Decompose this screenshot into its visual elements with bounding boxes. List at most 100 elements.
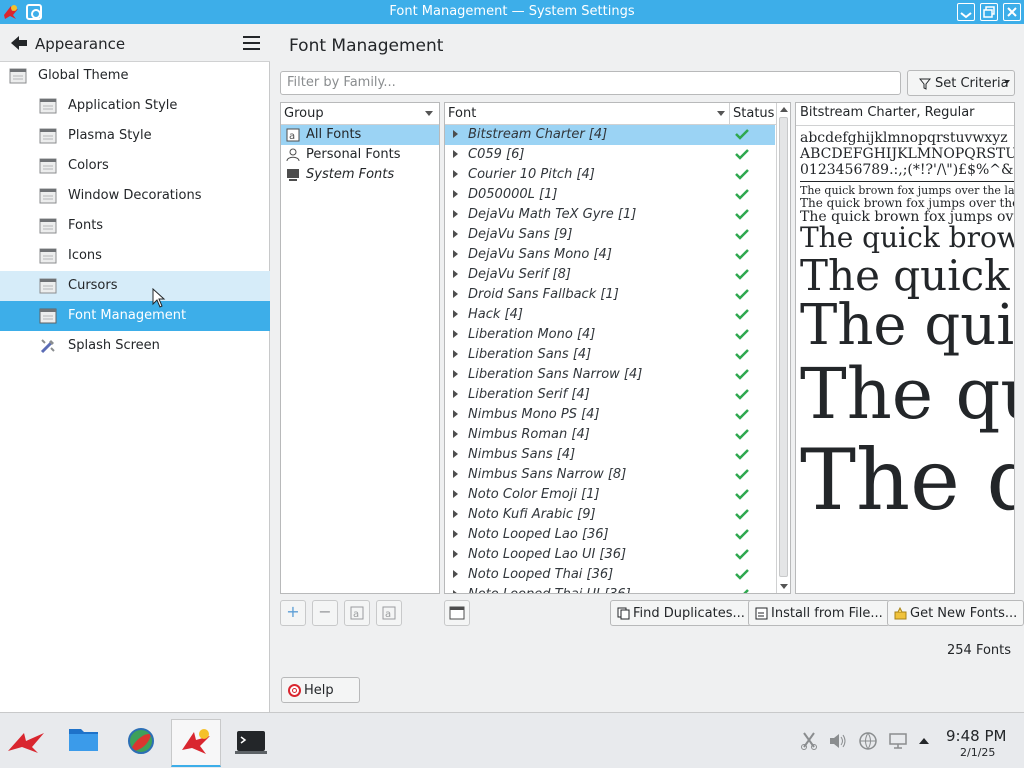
expand-arrow-icon[interactable] (453, 550, 458, 558)
set-criteria-button[interactable]: Set Criteria (907, 70, 1015, 96)
font-row[interactable]: Nimbus Sans [4] (445, 445, 775, 465)
application-launcher[interactable] (4, 719, 54, 767)
group-item-system-fonts[interactable]: System Fonts (281, 165, 439, 185)
expand-arrow-icon[interactable] (453, 370, 458, 378)
sidebar-item-colors[interactable]: Colors (0, 151, 270, 181)
enabled-checkmark-icon[interactable] (735, 287, 749, 301)
font-column-header[interactable]: Font Status (445, 103, 776, 125)
filter-by-family-input[interactable]: Filter by Family... (280, 71, 901, 95)
enabled-checkmark-icon[interactable] (735, 567, 749, 581)
font-row[interactable]: C059 [6] (445, 145, 775, 165)
volume-icon[interactable] (828, 731, 848, 751)
enabled-checkmark-icon[interactable] (735, 447, 749, 461)
font-row[interactable]: Liberation Serif [4] (445, 385, 775, 405)
enabled-checkmark-icon[interactable] (735, 587, 749, 594)
sidebar-back-label[interactable]: Appearance (35, 35, 125, 53)
add-group-button[interactable]: + (280, 600, 306, 626)
enable-group-button[interactable]: a (344, 600, 370, 626)
expand-arrow-icon[interactable] (453, 350, 458, 358)
expand-arrow-icon[interactable] (453, 150, 458, 158)
sidebar-item-fonts[interactable]: Fonts (0, 211, 270, 241)
enabled-checkmark-icon[interactable] (735, 367, 749, 381)
font-row[interactable]: Bitstream Charter [4] (445, 125, 775, 145)
find-duplicates-button[interactable]: Find Duplicates... (610, 600, 752, 626)
group-column-header[interactable]: Group (281, 103, 439, 125)
font-row[interactable]: Nimbus Mono PS [4] (445, 405, 775, 425)
back-arrow-icon[interactable] (10, 35, 28, 51)
font-list-scrollbar[interactable] (776, 103, 790, 593)
expand-arrow-icon[interactable] (453, 330, 458, 338)
font-row[interactable]: Hack [4] (445, 305, 775, 325)
sidebar-item-plasma-style[interactable]: Plasma Style (0, 121, 270, 151)
remove-group-button[interactable]: − (312, 600, 338, 626)
sidebar-item-icons[interactable]: Icons (0, 241, 270, 271)
enabled-checkmark-icon[interactable] (735, 227, 749, 241)
font-row[interactable]: Noto Looped Lao UI [36] (445, 545, 775, 565)
help-button[interactable]: Help (281, 677, 360, 703)
enabled-checkmark-icon[interactable] (735, 467, 749, 481)
expand-arrow-icon[interactable] (453, 250, 458, 258)
enabled-checkmark-icon[interactable] (735, 267, 749, 281)
font-row[interactable]: DejaVu Math TeX Gyre [1] (445, 205, 775, 225)
expand-arrow-icon[interactable] (453, 290, 458, 298)
enabled-checkmark-icon[interactable] (735, 307, 749, 321)
enabled-checkmark-icon[interactable] (735, 167, 749, 181)
font-row[interactable]: Noto Looped Lao [36] (445, 525, 775, 545)
expand-arrow-icon[interactable] (453, 510, 458, 518)
enabled-checkmark-icon[interactable] (735, 207, 749, 221)
enabled-checkmark-icon[interactable] (735, 387, 749, 401)
expand-arrow-icon[interactable] (453, 230, 458, 238)
group-item-personal-fonts[interactable]: Personal Fonts (281, 145, 439, 165)
hamburger-menu-icon[interactable] (243, 36, 260, 50)
enabled-checkmark-icon[interactable] (735, 407, 749, 421)
sidebar-item-font-management[interactable]: Font Management (0, 301, 270, 331)
taskbar-terminal[interactable] (227, 719, 277, 767)
expand-arrow-icon[interactable] (453, 310, 458, 318)
enabled-checkmark-icon[interactable] (735, 127, 749, 141)
expand-arrow-icon[interactable] (453, 210, 458, 218)
font-row[interactable]: DejaVu Serif [8] (445, 265, 775, 285)
taskbar-file-manager[interactable] (60, 719, 110, 767)
disable-group-button[interactable]: a (376, 600, 402, 626)
network-icon[interactable] (858, 731, 878, 751)
expand-arrow-icon[interactable] (453, 590, 458, 593)
font-row[interactable]: Noto Looped Thai UI [36] (445, 585, 775, 594)
font-row[interactable]: Noto Looped Thai [36] (445, 565, 775, 585)
group-item-all-fonts[interactable]: a All Fonts (281, 125, 439, 145)
font-row[interactable]: Noto Kufi Arabic [9] (445, 505, 775, 525)
expand-arrow-icon[interactable] (453, 270, 458, 278)
font-row[interactable]: DejaVu Sans [9] (445, 225, 775, 245)
sidebar-item-splash-screen[interactable]: Splash Screen (0, 331, 270, 361)
expand-arrow-icon[interactable] (453, 450, 458, 458)
clock-date[interactable]: 2/1/25 (960, 746, 995, 759)
enabled-checkmark-icon[interactable] (735, 487, 749, 501)
expand-arrow-icon[interactable] (453, 390, 458, 398)
expand-arrow-icon[interactable] (453, 190, 458, 198)
delete-font-button[interactable] (444, 600, 470, 626)
display-icon[interactable] (888, 731, 908, 751)
minimize-button[interactable] (957, 3, 975, 21)
font-row[interactable]: Noto Color Emoji [1] (445, 485, 775, 505)
taskbar-system-settings[interactable] (171, 719, 221, 767)
font-row[interactable]: Courier 10 Pitch [4] (445, 165, 775, 185)
font-row[interactable]: Nimbus Roman [4] (445, 425, 775, 445)
window-titlebar[interactable]: Font Management — System Settings (0, 0, 1024, 24)
enabled-checkmark-icon[interactable] (735, 507, 749, 521)
taskbar-web-browser[interactable] (116, 719, 166, 767)
close-button[interactable] (1003, 3, 1021, 21)
enabled-checkmark-icon[interactable] (735, 327, 749, 341)
expand-tray-icon[interactable] (916, 731, 932, 751)
clock-time[interactable]: 9:48 PM (946, 727, 1006, 745)
expand-arrow-icon[interactable] (453, 130, 458, 138)
font-row[interactable]: DejaVu Sans Mono [4] (445, 245, 775, 265)
font-row[interactable]: Liberation Mono [4] (445, 325, 775, 345)
expand-arrow-icon[interactable] (453, 570, 458, 578)
sidebar-item-global-theme[interactable]: Global Theme (0, 61, 270, 91)
get-new-fonts-button[interactable]: Get New Fonts... (887, 600, 1024, 626)
font-row[interactable]: Liberation Sans [4] (445, 345, 775, 365)
install-from-file-button[interactable]: Install from File... (748, 600, 890, 626)
enabled-checkmark-icon[interactable] (735, 347, 749, 361)
clipboard-icon[interactable] (799, 731, 819, 751)
expand-arrow-icon[interactable] (453, 470, 458, 478)
sidebar-item-window-decorations[interactable]: Window Decorations (0, 181, 270, 211)
